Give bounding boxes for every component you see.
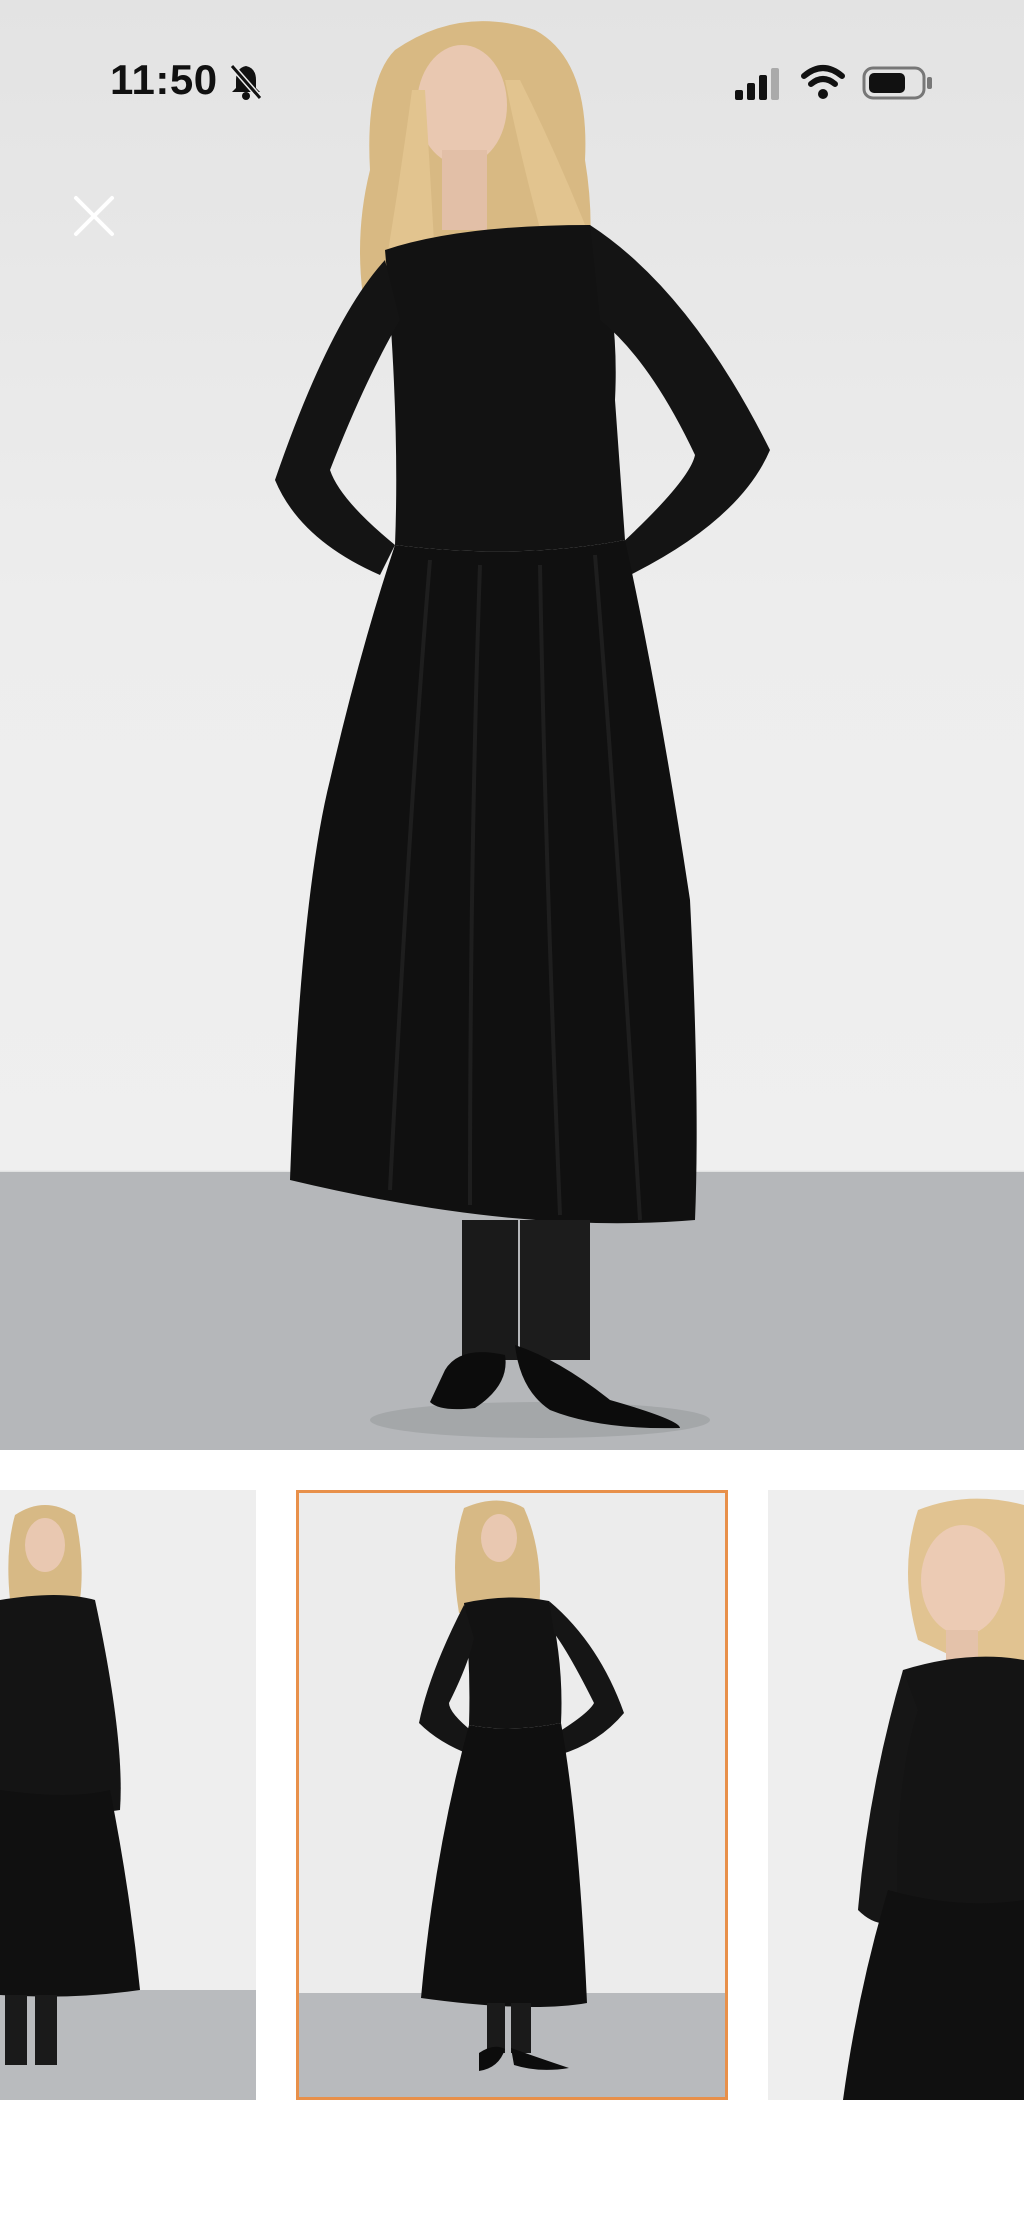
- cellular-signal-icon: [735, 68, 779, 100]
- status-bar: 11:50: [0, 0, 1024, 150]
- thumbnail-3-image: [768, 1490, 1024, 2100]
- bell-slash-icon: [229, 64, 263, 100]
- close-icon[interactable]: [64, 186, 124, 246]
- thumbnail-3[interactable]: [768, 1490, 1024, 2100]
- thumbnail-2[interactable]: [296, 1490, 728, 2100]
- status-time: 11:50: [110, 56, 218, 103]
- main-product-image[interactable]: 11:50: [0, 0, 1024, 1450]
- model-figure: [0, 21, 1024, 1450]
- battery-icon: [862, 66, 932, 100]
- thumbnail-2-image: [299, 1493, 725, 2097]
- thumbnail-1[interactable]: [0, 1490, 256, 2100]
- thumbnail-1-image: [0, 1490, 256, 2100]
- thumbnail-strip[interactable]: [0, 1450, 1024, 2226]
- wifi-icon: [801, 65, 845, 99]
